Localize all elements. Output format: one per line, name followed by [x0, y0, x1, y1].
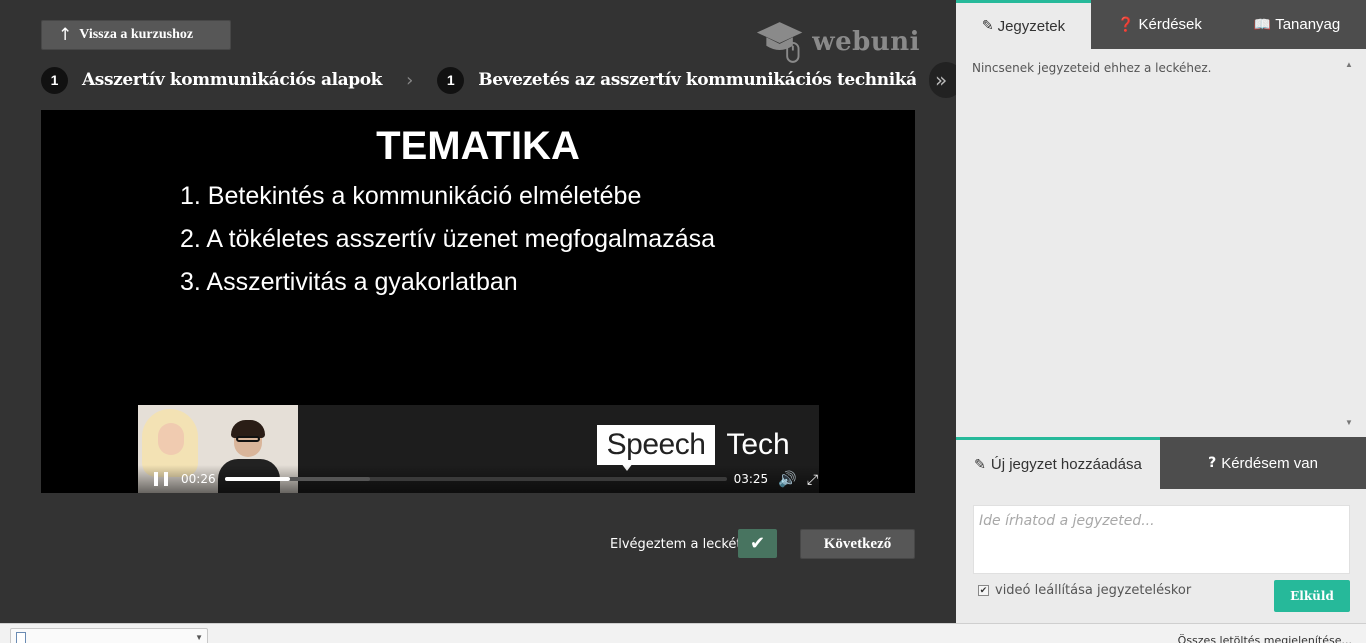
- brand-right: Tech: [715, 425, 801, 465]
- double-chevron-right-icon: »: [935, 68, 948, 92]
- fullscreen-icon[interactable]: ⤢: [807, 471, 818, 488]
- tab-notes-label: Jegyzetek: [997, 17, 1066, 35]
- brand-left: Speech: [597, 425, 715, 465]
- slide-item: 2. A tökéletes asszertív üzenet megfogal…: [180, 225, 716, 253]
- empty-notes-message: Nincsenek jegyzeteid ehhez a leckéhez.: [972, 61, 1212, 75]
- arrow-up-icon: ↑: [58, 25, 73, 45]
- scroll-up-icon[interactable]: ▲: [1343, 59, 1355, 71]
- back-to-course-button[interactable]: ↑ Vissza a kurzushoz: [41, 20, 231, 50]
- notes-scrollbar[interactable]: ▲ ▼: [1343, 59, 1355, 429]
- tab-questions-label: Kérdések: [1138, 16, 1202, 33]
- tab-add-note-label: Új jegyzet hozzáadása: [990, 456, 1142, 473]
- pencil-icon: ✎: [974, 456, 986, 473]
- pause-icon-bar: [164, 472, 168, 486]
- question-icon: ?: [1208, 455, 1217, 471]
- seek-bar-played: [224, 477, 290, 481]
- download-item[interactable]: ▼: [10, 628, 208, 643]
- check-icon: ✔: [749, 533, 766, 553]
- breadcrumb-lesson-title: Bevezetés az asszertív kommunikációs tec…: [478, 70, 917, 90]
- breadcrumb-course-number: 1: [41, 66, 68, 94]
- webuni-logo[interactable]: webuni: [755, 18, 920, 66]
- next-button[interactable]: Következő: [800, 529, 915, 559]
- presenter-one: [142, 409, 198, 477]
- video-player[interactable]: TEMATIKA 1. Betekintés a kommunikáció el…: [41, 110, 915, 493]
- volume-icon[interactable]: 🔊: [778, 470, 797, 488]
- pause-on-note-label: videó leállítása jegyzeteléskor: [995, 583, 1192, 598]
- breadcrumb: 1 Asszertív kommunikációs alapok › 1 Bev…: [41, 66, 916, 94]
- tab-material-label: Tananyag: [1275, 16, 1341, 33]
- slide-item: 3. Asszertivitás a gyakorlatban: [180, 268, 518, 296]
- slide-item: 1. Betekintés a kommunikáció elméletébe: [180, 182, 642, 210]
- pause-icon-bar: [154, 472, 158, 486]
- file-icon: [16, 632, 26, 643]
- lesson-complete-label: Elvégeztem a leckét: [610, 537, 742, 552]
- side-panel: ✎ Jegyzetek ❓ Kérdések 📖 Tananyag Nincse…: [956, 0, 1366, 623]
- slide-list: 1. Betekintés a kommunikáció elméletébe …: [180, 179, 715, 308]
- pause-button[interactable]: [154, 472, 168, 486]
- current-time: 00:26: [181, 472, 216, 486]
- note-tabs: ✎ Új jegyzet hozzáadása ? Kérdésem van: [956, 437, 1366, 489]
- main-area: ↑ Vissza a kurzushoz webuni 1 Asszertív …: [0, 0, 963, 623]
- send-note-button[interactable]: Elküld: [1274, 580, 1350, 612]
- scroll-down-icon[interactable]: ▼: [1343, 417, 1355, 429]
- tab-material[interactable]: 📖 Tananyag: [1228, 0, 1366, 49]
- notes-list[interactable]: Nincsenek jegyzeteid ehhez a leckéhez. ▲…: [956, 49, 1366, 437]
- tab-ask-question-label: Kérdésem van: [1221, 454, 1318, 472]
- show-all-downloads-link[interactable]: Összes letöltés megjelenítése...: [1178, 634, 1352, 643]
- question-circle-icon: ❓: [1117, 16, 1135, 33]
- pencil-icon: ✎: [981, 18, 994, 34]
- pause-on-note-row: ✔ videó leállítása jegyzeteléskor: [978, 583, 1191, 598]
- tab-ask-question[interactable]: ? Kérdésem van: [1160, 437, 1366, 489]
- tab-add-note[interactable]: ✎ Új jegyzet hozzáadása: [956, 437, 1160, 489]
- slide-title: TEMATIKA: [376, 124, 580, 168]
- breadcrumb-course-link[interactable]: Asszertív kommunikációs alapok: [82, 70, 382, 90]
- seek-bar[interactable]: [224, 477, 727, 481]
- note-input[interactable]: [973, 505, 1350, 574]
- back-to-course-label: Vissza a kurzushoz: [79, 27, 194, 42]
- logo-text: webuni: [812, 27, 920, 57]
- book-icon: 📖: [1253, 16, 1272, 33]
- panel-tabs: ✎ Jegyzetek ❓ Kérdések 📖 Tananyag: [956, 0, 1366, 49]
- chevron-down-icon[interactable]: ▼: [195, 633, 203, 642]
- video-controls: 00:26 03:25 🔊 ⤢: [138, 465, 819, 493]
- pause-on-note-checkbox[interactable]: ✔: [978, 585, 989, 596]
- duration: 03:25: [733, 472, 769, 486]
- speechtech-logo: Speech Tech: [597, 425, 801, 465]
- tab-notes[interactable]: ✎ Jegyzetek: [956, 0, 1091, 49]
- breadcrumb-lesson-clip: Bevezetés az asszertív kommunikációs tec…: [464, 66, 916, 94]
- download-bar: ▼ Összes letöltés megjelenítése...: [0, 623, 1366, 643]
- chevron-right-icon: ›: [406, 69, 414, 91]
- tab-questions[interactable]: ❓ Kérdések: [1091, 0, 1228, 49]
- graduation-cap-mouse-icon: [756, 22, 803, 63]
- lesson-complete-button[interactable]: ✔: [738, 529, 777, 558]
- breadcrumb-lesson-number: 1: [437, 66, 465, 94]
